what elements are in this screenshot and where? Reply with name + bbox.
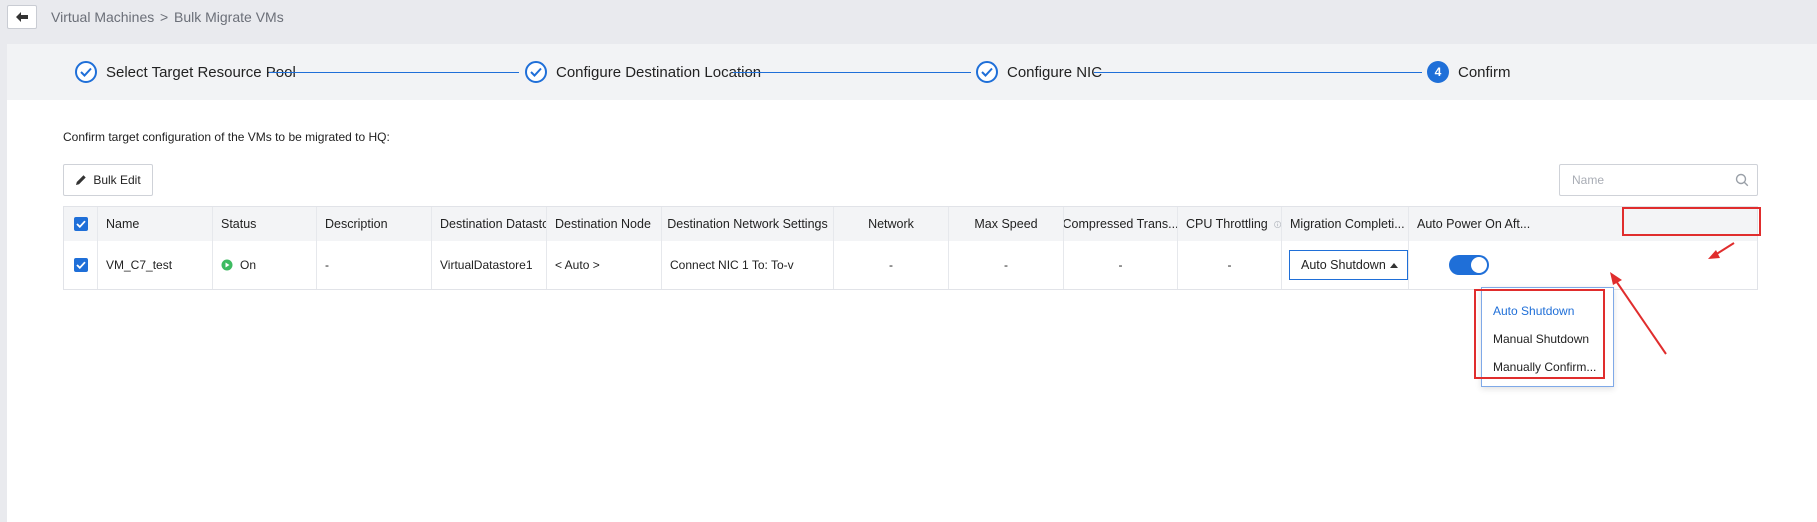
- cell-compressed-transfer: -: [1064, 241, 1178, 289]
- main-panel: Select Target Resource Pool Configure De…: [7, 44, 1817, 522]
- migration-completion-value: Auto Shutdown: [1301, 258, 1386, 272]
- back-button[interactable]: [7, 5, 37, 29]
- step-confirm: 4 Confirm: [1427, 60, 1511, 84]
- caret-up-icon: [1390, 263, 1398, 268]
- cell-vm-name[interactable]: VM_C7_test: [98, 241, 213, 289]
- step-select-target-resource-pool: Select Target Resource Pool: [75, 60, 296, 84]
- step-label: Configure Destination Location: [556, 63, 762, 81]
- cell-status: On: [213, 241, 317, 289]
- breadcrumb-separator: >: [160, 9, 169, 25]
- step-configure-nic: Configure NIC: [976, 60, 1102, 84]
- top-bar: Virtual Machines > Bulk Migrate VMs: [0, 0, 1817, 36]
- header-select-all: [64, 207, 98, 241]
- table-header: Name Status Description Destination Data…: [64, 207, 1757, 242]
- bulk-edit-button[interactable]: Bulk Edit: [63, 164, 153, 196]
- step-check-icon: [976, 61, 998, 83]
- search-field[interactable]: [1559, 164, 1758, 196]
- cell-max-speed: -: [949, 241, 1064, 289]
- cell-network: -: [834, 241, 949, 289]
- status-label: On: [240, 258, 257, 272]
- step-connector: [733, 72, 971, 73]
- power-on-status-icon: [221, 259, 233, 271]
- column-header-max-speed[interactable]: Max Speed: [949, 207, 1064, 241]
- cell-migration-completion: Auto Shutdown: [1282, 241, 1409, 289]
- column-header-migration-completion[interactable]: Migration Completi...: [1282, 207, 1409, 241]
- step-check-icon: [75, 61, 97, 83]
- annotation-box-header: [1622, 207, 1761, 236]
- select-all-checkbox[interactable]: [73, 217, 88, 231]
- row-checkbox[interactable]: [73, 258, 88, 272]
- cell-cpu-throttling: -: [1178, 241, 1282, 289]
- cell-network-settings: Connect NIC 1 To: To-v: [662, 241, 834, 289]
- step-check-icon: [525, 61, 547, 83]
- intro-text: Confirm target configuration of the VMs …: [63, 130, 390, 144]
- column-header-status[interactable]: Status: [213, 207, 317, 241]
- toggle-knob: [1471, 257, 1487, 273]
- search-icon[interactable]: [1735, 173, 1749, 187]
- column-header-cpu-throttling-label: CPU Throttling: [1186, 217, 1268, 231]
- cell-description: -: [317, 241, 432, 289]
- cell-datastore: VirtualDatastore1: [432, 241, 547, 289]
- column-header-name[interactable]: Name: [98, 207, 213, 241]
- step-number-badge: 4: [1427, 61, 1449, 83]
- breadcrumb-current: Bulk Migrate VMs: [174, 9, 284, 25]
- step-connector: [269, 72, 519, 73]
- column-header-migration-completion-label: Migration Completi...: [1290, 217, 1405, 231]
- info-icon[interactable]: [1273, 219, 1281, 230]
- row-select: [64, 241, 98, 289]
- column-header-destination-network-settings[interactable]: Destination Network Settings: [662, 207, 834, 241]
- step-label: Select Target Resource Pool: [106, 63, 296, 81]
- pencil-icon: [76, 175, 87, 185]
- cell-auto-power-on: [1409, 241, 1757, 289]
- column-header-description[interactable]: Description: [317, 207, 432, 241]
- column-header-destination-datastore[interactable]: Destination Datastore: [432, 207, 547, 241]
- migration-completion-select[interactable]: Auto Shutdown: [1289, 250, 1408, 280]
- vm-table: Name Status Description Destination Data…: [63, 206, 1758, 290]
- annotation-box-options: [1474, 289, 1605, 379]
- step-label: Configure NIC: [1007, 63, 1103, 81]
- table-row[interactable]: VM_C7_test On - VirtualDatastore1 < Auto…: [64, 241, 1757, 289]
- column-header-network[interactable]: Network: [834, 207, 949, 241]
- step-connector: [1094, 72, 1422, 73]
- bulk-edit-label: Bulk Edit: [93, 173, 141, 187]
- search-input[interactable]: [1570, 172, 1724, 188]
- step-label: Confirm: [1458, 63, 1511, 81]
- wizard-steps: Select Target Resource Pool Configure De…: [7, 44, 1817, 100]
- column-header-cpu-throttling[interactable]: CPU Throttling: [1178, 207, 1282, 241]
- cell-node: < Auto >: [547, 241, 662, 289]
- column-header-destination-node[interactable]: Destination Node: [547, 207, 662, 241]
- arrow-left-icon: [16, 12, 28, 22]
- column-header-compressed-transfer[interactable]: Compressed Trans...: [1064, 207, 1178, 241]
- step-configure-destination-location: Configure Destination Location: [525, 60, 761, 84]
- auto-power-on-toggle[interactable]: [1449, 255, 1489, 275]
- breadcrumb-virtual-machines[interactable]: Virtual Machines: [51, 9, 154, 25]
